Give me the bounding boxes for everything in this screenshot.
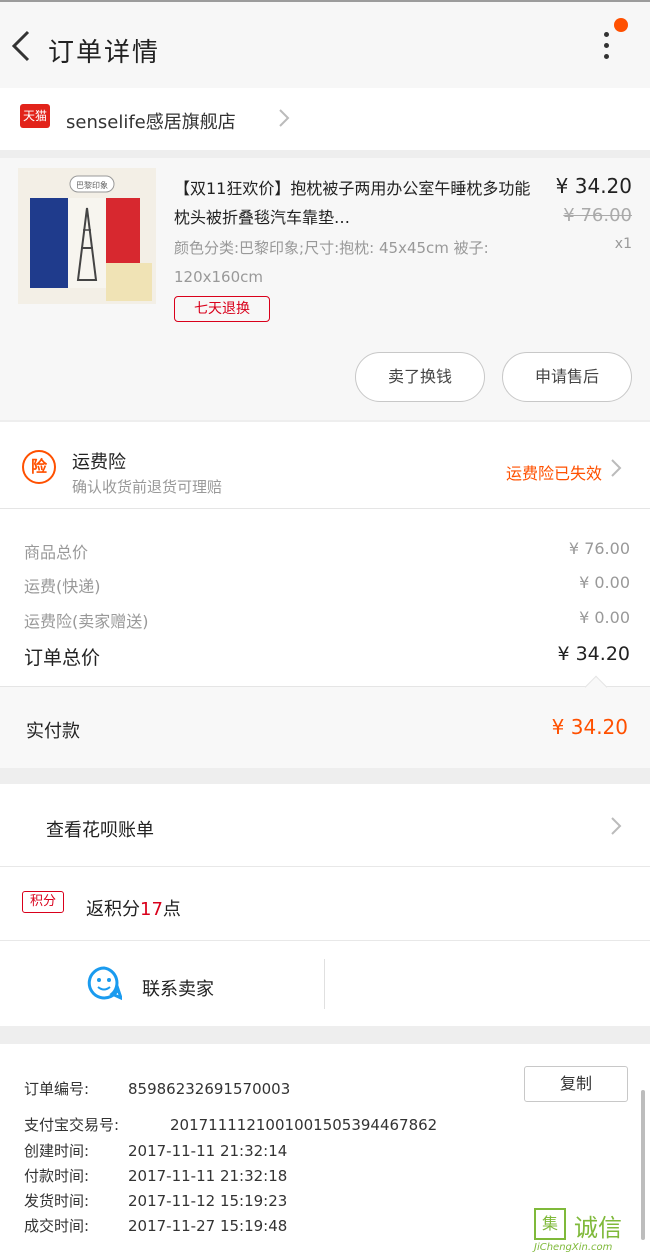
price-summary: 商品总价 ¥ 76.00 运费(快递) ¥ 0.00 运费险(卖家赠送) ¥ 0…: [0, 508, 650, 686]
watermark-en: JiChengXin.com: [534, 1242, 613, 1253]
order-label: 支付宝交易号:: [24, 1116, 120, 1134]
points-suffix: 点: [162, 899, 181, 920]
product-card[interactable]: 巴黎印象 【双11狂欢价】抱枕被子两用办公室午睡枕多功能枕头被折叠毯汽车靠垫… …: [0, 158, 650, 420]
product-quantity: x1: [614, 236, 632, 252]
order-row-alipay: 支付宝交易号: 2017111121001001505394467862: [24, 1114, 437, 1135]
order-value: 2017-11-27 15:19:48: [128, 1217, 288, 1235]
nav-header: 订单详情: [0, 0, 650, 88]
order-label: 订单编号:: [24, 1080, 90, 1098]
shop-row[interactable]: 天猫 senselife感居旗舰店: [0, 88, 650, 150]
chat-bubble-icon[interactable]: [86, 965, 122, 1001]
paid-label: 实付款: [26, 721, 80, 742]
product-title[interactable]: 【双11狂欢价】抱枕被子两用办公室午睡枕多功能枕头被折叠毯汽车靠垫…: [174, 174, 534, 232]
order-label: 发货时间:: [24, 1192, 90, 1210]
points-row: 积分 返积分17点: [0, 866, 650, 940]
summary-label: 运费险(卖家赠送): [24, 612, 149, 631]
chevron-right-icon: [279, 109, 290, 127]
actual-payment-row: 实付款 ¥ 34.20: [0, 675, 650, 768]
order-value: 2017-11-12 15:19:23: [128, 1192, 288, 1210]
summary-value: ¥ 76.00: [568, 539, 630, 558]
huabei-label: 查看花呗账单: [46, 820, 154, 841]
product-thumbnail[interactable]: 巴黎印象: [18, 168, 156, 304]
order-row-created: 创建时间: 2017-11-11 21:32:14: [24, 1140, 287, 1161]
product-price: ¥ 34.20: [555, 174, 632, 198]
watermark-logo: 集 诚信 JiChengXin.com: [534, 1206, 650, 1254]
product-original-price: ¥ 76.00: [563, 205, 632, 226]
copy-button[interactable]: 复制: [524, 1066, 628, 1102]
order-value: 2017-11-11 21:32:18: [128, 1167, 288, 1185]
order-row-completed: 成交时间: 2017-11-27 15:19:48: [24, 1215, 287, 1236]
insurance-desc: 确认收货前退货可理赔: [72, 478, 223, 496]
order-row-shipped: 发货时间: 2017-11-12 15:19:23: [24, 1190, 287, 1211]
order-row-paid: 付款时间: 2017-11-11 21:32:18: [24, 1165, 287, 1186]
points-prefix: 返积分: [86, 899, 140, 920]
summary-label: 商品总价: [24, 543, 89, 562]
order-label: 创建时间:: [24, 1142, 90, 1160]
resell-button[interactable]: 卖了换钱: [355, 352, 485, 402]
summary-row-insurance: 运费险(卖家赠送) ¥ 0.00: [24, 608, 630, 632]
order-label: 成交时间:: [24, 1217, 90, 1235]
summary-row-goods: 商品总价 ¥ 76.00: [24, 539, 630, 563]
chevron-right-icon: [611, 817, 622, 835]
product-spec: 颜色分类:巴黎印象;尺寸:抱枕: 45x45cm 被子: 120x160cm: [174, 239, 489, 286]
more-menu-icon[interactable]: [596, 28, 616, 64]
paid-value: ¥ 34.20: [551, 715, 628, 739]
watermark-box: 集: [534, 1208, 566, 1240]
divider: [324, 959, 325, 1009]
order-value: 2017-11-11 21:32:14: [128, 1142, 288, 1160]
huabei-bill-row[interactable]: 查看花呗账单: [0, 784, 650, 866]
summary-label: 运费(快递): [24, 577, 101, 596]
after-sale-button[interactable]: 申请售后: [502, 352, 632, 402]
chevron-right-icon: [611, 459, 622, 477]
insurance-title: 运费险: [72, 452, 126, 473]
contact-seller-label[interactable]: 联系卖家: [142, 975, 214, 1001]
summary-value: ¥ 0.00: [579, 608, 630, 627]
insurance-status: 运费险已失效: [505, 464, 602, 483]
order-row-number: 订单编号: 85986232691570003: [24, 1078, 290, 1099]
thumb-label: 巴黎印象: [76, 180, 108, 190]
insurance-icon: 险: [22, 450, 56, 484]
back-arrow-icon[interactable]: [8, 28, 34, 64]
points-badge-icon: 积分: [22, 891, 64, 913]
order-value: 85986232691570003: [128, 1080, 291, 1098]
order-total-value: ¥ 34.20: [557, 643, 630, 665]
watermark-cn: 诚信: [574, 1214, 622, 1242]
points-text: 返积分17点: [86, 895, 181, 921]
summary-value: ¥ 0.00: [579, 573, 630, 592]
seven-day-return-tag: 七天退换: [174, 296, 270, 322]
order-label: 付款时间:: [24, 1167, 90, 1185]
contact-seller-row: 联系卖家: [0, 940, 650, 1026]
tmall-badge-icon: 天猫: [20, 104, 50, 128]
order-value: 2017111121001001505394467862: [170, 1116, 438, 1134]
page-title: 订单详情: [48, 38, 161, 68]
points-count: 17: [140, 899, 163, 920]
summary-row-total: 订单总价 ¥ 34.20: [24, 643, 630, 670]
shop-name: senselife感居旗舰店: [66, 112, 236, 133]
shipping-insurance-row[interactable]: 险 运费险 确认收货前退货可理赔 运费险已失效: [0, 422, 650, 508]
summary-row-shipping: 运费(快递) ¥ 0.00: [24, 573, 630, 597]
notification-dot: [614, 18, 628, 32]
order-total-label: 订单总价: [24, 647, 101, 669]
